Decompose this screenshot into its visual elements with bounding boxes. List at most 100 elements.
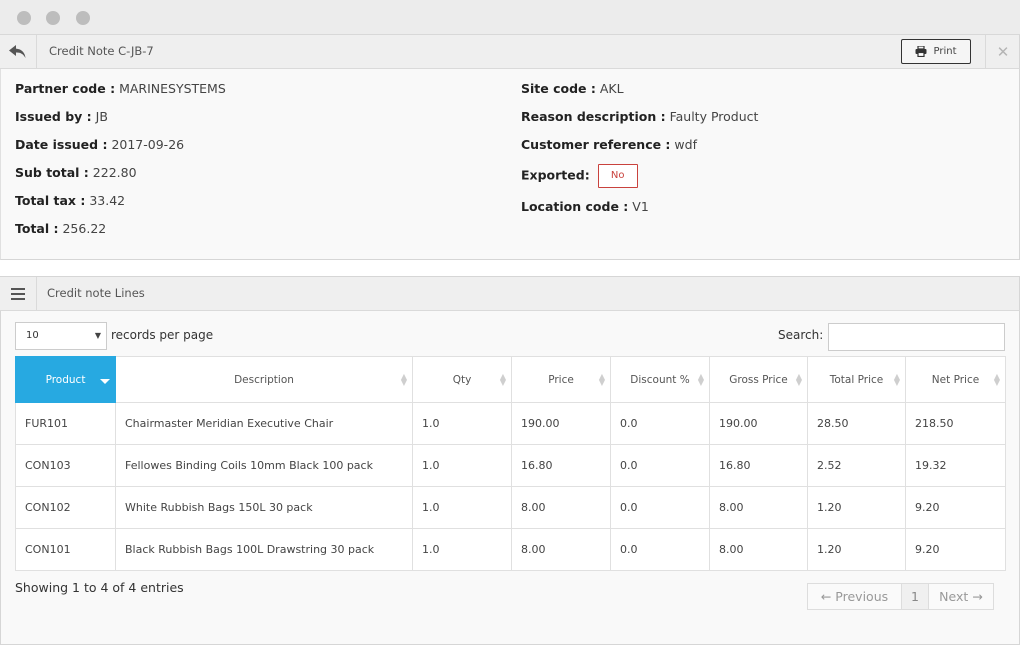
printer-icon [915, 46, 927, 57]
menu-button[interactable] [0, 277, 37, 310]
reason-description-value: Faulty Product [669, 109, 759, 124]
column-header-label: Gross Price [729, 373, 788, 386]
cell-total-price: 1.20 [807, 528, 906, 571]
reason-description-field: Reason description : Faulty Product [521, 109, 758, 124]
cell-price: 16.80 [511, 444, 611, 487]
column-header-price[interactable]: Price ▲ ▼ [511, 356, 611, 403]
cell-total-price: 2.52 [807, 444, 906, 487]
table-row: CON101 Black Rubbish Bags 100L Drawstrin… [15, 528, 1006, 571]
cell-total-price: 28.50 [807, 402, 906, 445]
print-button[interactable]: Print [901, 39, 971, 64]
page-1-button[interactable]: 1 [902, 584, 929, 609]
page-title: Credit Note C-JB-7 [49, 44, 154, 58]
cell-net-price: 19.32 [905, 444, 1006, 487]
cell-description: Chairmaster Meridian Executive Chair [115, 402, 413, 445]
sort-both-icon: ▲ ▼ [400, 371, 407, 387]
customer-reference-field: Customer reference : wdf [521, 137, 697, 152]
partner-code-label: Partner code : [15, 81, 116, 96]
cell-net-price: 9.20 [905, 528, 1006, 571]
partner-code-field: Partner code : MARINESYSTEMS [15, 81, 226, 96]
cell-price: 8.00 [511, 486, 611, 529]
total-field: Total : 256.22 [15, 221, 106, 236]
sort-both-icon: ▲ ▼ [499, 371, 506, 387]
cell-qty: 1.0 [412, 528, 512, 571]
partner-code-value: MARINESYSTEMS [119, 81, 226, 96]
window-close-control[interactable] [17, 11, 31, 25]
column-header-discount[interactable]: Discount % ▲ ▼ [610, 356, 710, 403]
credit-note-lines-table: Product Description ▲ ▼ Qty ▲ ▼ Price ▲ ▼ D… [15, 356, 1006, 571]
reason-description-label: Reason description : [521, 109, 666, 124]
column-header-total-price[interactable]: Total Price ▲ ▼ [807, 356, 906, 403]
site-code-value: AKL [599, 81, 624, 96]
cell-net-price: 218.50 [905, 402, 1006, 445]
cell-description: Fellowes Binding Coils 10mm Black 100 pa… [115, 444, 413, 487]
sort-both-icon: ▲ ▼ [795, 371, 802, 387]
window-minimize-control[interactable] [46, 11, 60, 25]
date-issued-label: Date issued : [15, 137, 108, 152]
cell-discount: 0.0 [610, 444, 710, 487]
column-header-net-price[interactable]: Net Price ▲ ▼ [905, 356, 1006, 403]
table-header-row: Product Description ▲ ▼ Qty ▲ ▼ Price ▲ ▼ D… [15, 356, 1006, 403]
hamburger-menu-icon [11, 287, 25, 300]
total-tax-value: 33.42 [89, 193, 126, 208]
credit-note-details: Partner code : MARINESYSTEMS Issued by :… [0, 69, 1020, 260]
location-code-label: Location code : [521, 199, 629, 214]
location-code-value: V1 [632, 199, 649, 214]
table-row: CON103 Fellowes Binding Coils 10mm Black… [15, 444, 1006, 487]
site-code-label: Site code : [521, 81, 596, 96]
records-per-page-value: 10 [26, 330, 39, 341]
column-header-qty[interactable]: Qty ▲ ▼ [412, 356, 512, 403]
total-value: 256.22 [62, 221, 107, 236]
cell-qty: 1.0 [412, 486, 512, 529]
close-button[interactable]: ✕ [985, 35, 1020, 68]
column-header-label: Qty [452, 373, 472, 386]
sub-total-label: Sub total : [15, 165, 89, 180]
cell-price: 190.00 [511, 402, 611, 445]
exported-field: Exported: No [521, 164, 638, 188]
sort-descending-icon [100, 379, 110, 384]
cell-gross-price: 8.00 [709, 528, 808, 571]
sort-both-icon: ▲ ▼ [598, 371, 605, 387]
next-page-button[interactable]: Next → [929, 584, 993, 609]
table-row: CON102 White Rubbish Bags 150L 30 pack 1… [15, 486, 1006, 529]
window-maximize-control[interactable] [76, 11, 90, 25]
cell-qty: 1.0 [412, 402, 512, 445]
cell-gross-price: 190.00 [709, 402, 808, 445]
issued-by-label: Issued by : [15, 109, 92, 124]
cell-total-price: 1.20 [807, 486, 906, 529]
records-per-page-select[interactable]: 10 ▼ [15, 322, 107, 350]
back-button[interactable] [0, 35, 37, 68]
cell-qty: 1.0 [412, 444, 512, 487]
column-header-product[interactable]: Product [15, 356, 116, 403]
sub-total-field: Sub total : 222.80 [15, 165, 137, 180]
caret-down-icon: ▼ [94, 331, 101, 340]
table-row: FUR101 Chairmaster Meridian Executive Ch… [15, 402, 1006, 445]
previous-page-button[interactable]: ← Previous [808, 584, 902, 609]
customer-reference-value: wdf [674, 137, 697, 152]
cell-discount: 0.0 [610, 402, 710, 445]
search-input[interactable] [828, 323, 1005, 351]
lines-panel-title: Credit note Lines [47, 286, 145, 300]
column-header-label: Discount % [630, 373, 690, 386]
column-header-label: Description [234, 373, 294, 386]
close-x-icon: ✕ [996, 42, 1010, 61]
cell-discount: 0.0 [610, 486, 710, 529]
reply-arrow-icon [9, 44, 26, 58]
search-label: Search: [778, 328, 824, 342]
print-label: Print [933, 46, 957, 57]
cell-gross-price: 16.80 [709, 444, 808, 487]
site-code-field: Site code : AKL [521, 81, 624, 96]
cell-product: CON101 [15, 528, 116, 571]
cell-product: FUR101 [15, 402, 116, 445]
sort-both-icon: ▲ ▼ [993, 371, 1000, 387]
column-header-label: Product [45, 373, 86, 386]
column-header-label: Net Price [931, 373, 980, 386]
column-header-gross-price[interactable]: Gross Price ▲ ▼ [709, 356, 808, 403]
credit-note-lines-header: Credit note Lines [0, 276, 1020, 311]
sort-both-icon: ▲ ▼ [697, 371, 704, 387]
cell-description: White Rubbish Bags 150L 30 pack [115, 486, 413, 529]
column-header-label: Price [548, 373, 574, 386]
cell-gross-price: 8.00 [709, 486, 808, 529]
sort-both-icon: ▲ ▼ [893, 371, 900, 387]
column-header-description[interactable]: Description ▲ ▼ [115, 356, 413, 403]
